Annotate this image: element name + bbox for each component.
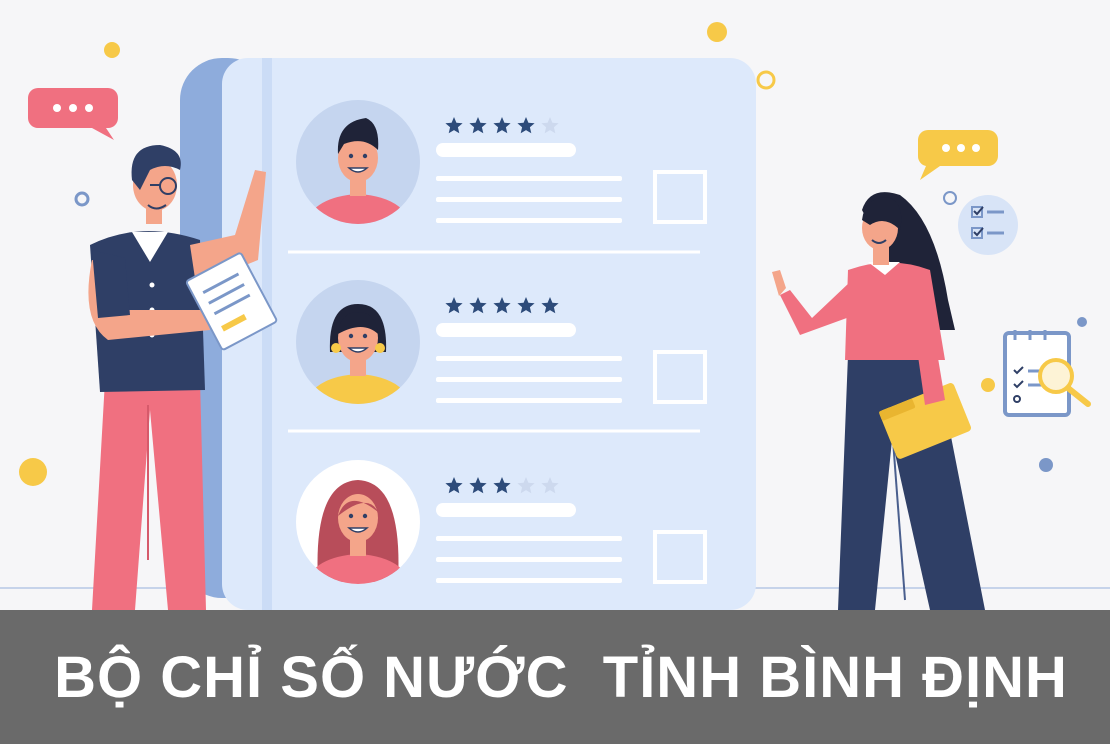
review-illustration <box>0 22 1110 610</box>
name-placeholder-bar <box>436 503 576 517</box>
text-placeholder-line <box>436 356 622 361</box>
text-placeholder-line <box>436 377 622 382</box>
speech-bubble-icon <box>917 130 998 180</box>
speech-bubble-icon <box>28 88 118 140</box>
checklist-icon <box>958 195 1018 255</box>
text-placeholder-line <box>436 218 622 223</box>
illustration-stage: BỘ CHỈ SỐ NƯỚC TỈNH BÌNH ĐỊNH <box>0 0 1110 744</box>
text-placeholder-line <box>436 557 622 562</box>
name-placeholder-bar <box>436 143 576 157</box>
banner-title: BỘ CHỈ SỐ NƯỚC TỈNH BÌNH ĐỊNH <box>54 644 1068 710</box>
text-placeholder-line <box>436 197 622 202</box>
text-placeholder-line <box>436 398 622 403</box>
text-placeholder-line <box>436 176 622 181</box>
title-banner: BỘ CHỈ SỐ NƯỚC TỈNH BÌNH ĐỊNH <box>0 610 1110 744</box>
text-placeholder-line <box>436 578 622 583</box>
woman-character <box>772 192 985 610</box>
clipboard-search-icon <box>1003 330 1091 417</box>
text-placeholder-line <box>436 536 622 541</box>
name-placeholder-bar <box>436 323 576 337</box>
